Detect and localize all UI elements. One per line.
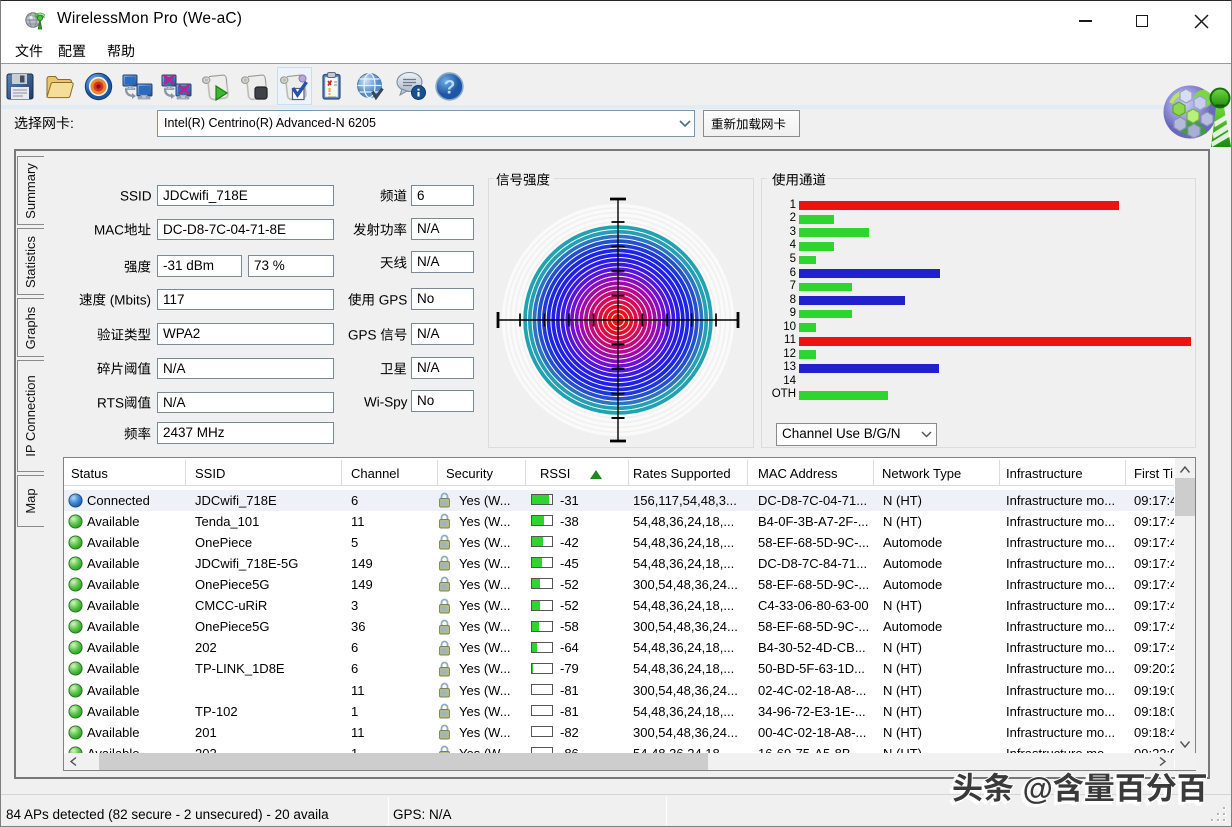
svg-text:?: ?: [444, 78, 456, 99]
